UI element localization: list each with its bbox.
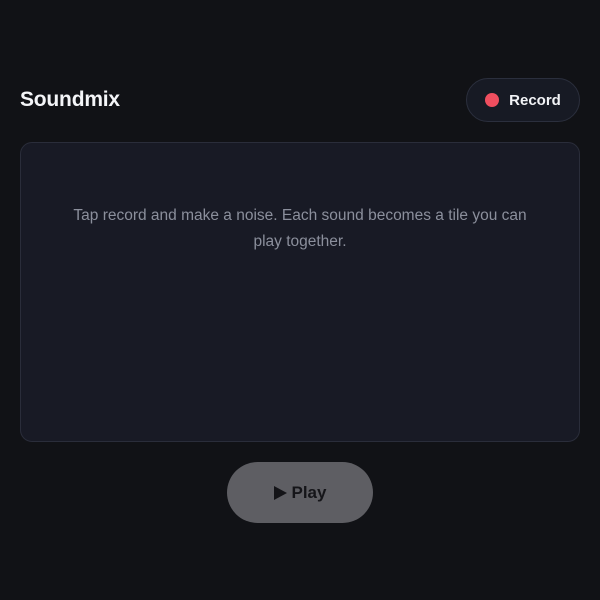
- sound-tiles-area: Tap record and make a noise. Each sound …: [20, 142, 580, 442]
- record-button-label: Record: [509, 91, 561, 109]
- record-button[interactable]: Record: [466, 78, 580, 122]
- play-button[interactable]: Play: [227, 462, 373, 523]
- app-title: Soundmix: [20, 88, 120, 111]
- record-dot-icon: [485, 93, 500, 107]
- play-icon: [273, 486, 287, 500]
- soundmix-app: Soundmix Record Tap record and make a no…: [0, 0, 600, 600]
- play-button-label: Play: [291, 482, 327, 502]
- empty-state-message: Tap record and make a noise. Each sound …: [73, 207, 527, 250]
- header: Soundmix Record: [20, 78, 580, 122]
